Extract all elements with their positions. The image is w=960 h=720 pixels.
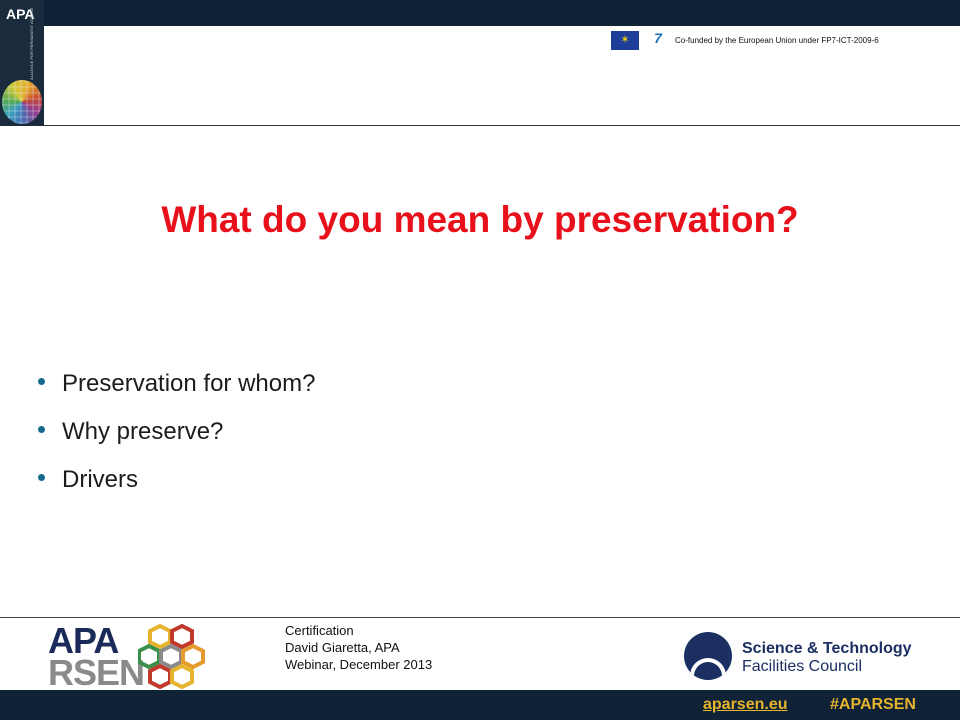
footer-info-line: David Giaretta, APA [285,640,400,655]
hashtag-text: #APARSEN [830,696,916,713]
bullet-text: Preservation for whom? [62,370,316,397]
aparsen-link[interactable]: aparsen.eu [703,696,787,714]
bullet-item: Drivers [38,466,315,494]
top-bar [0,0,960,26]
bullet-item: Preservation for whom? [38,370,316,398]
bullet-text: Drivers [62,466,138,493]
bottom-bar [0,690,960,720]
apa-logo-subtitle: ALLIANCE FOR PERMANENT ACCESS [29,7,34,81]
apa-globe-icon [2,80,42,124]
footer-info-line: Certification [285,623,354,638]
aparsen-hexagon-icon [138,624,205,690]
apa-logo: APA ALLIANCE FOR PERMANENT ACCESS [0,0,44,126]
funding-text: Co-funded by the European Union under FP… [675,35,879,45]
footer-info: Certification David Giaretta, APA Webina… [285,622,432,673]
stfc-name-line2: Facilities Council [742,658,863,675]
bullet-list: Preservation for whom? Why preserve? Dri… [38,370,316,514]
bullet-item: Why preserve? [38,418,315,446]
apa-logo-text: APA [6,6,35,22]
footer-info-line: Webinar, December 2013 [285,657,433,672]
funding-notice: ✶ 7 Co-funded by the European Union unde… [611,30,879,50]
bullet-icon [38,378,45,385]
bullet-text: Why preserve? [62,418,224,445]
slide-title: What do you mean by preservation? [161,199,799,240]
stfc-logo-icon [684,632,732,680]
aparsen-logo: APA RSEN [48,623,218,693]
stfc-logo: Science & Technology Facilities Council [684,632,924,682]
fp7-logo-icon: 7 [654,30,662,46]
eu-flag-icon: ✶ [611,30,639,50]
bullet-icon [38,474,45,481]
footer-divider [0,617,960,618]
aparsen-logo-rsen: RSEN [48,652,145,693]
bullet-icon [38,426,45,433]
header-divider [44,125,960,126]
stfc-name-line1: Science & Technology [742,640,912,657]
